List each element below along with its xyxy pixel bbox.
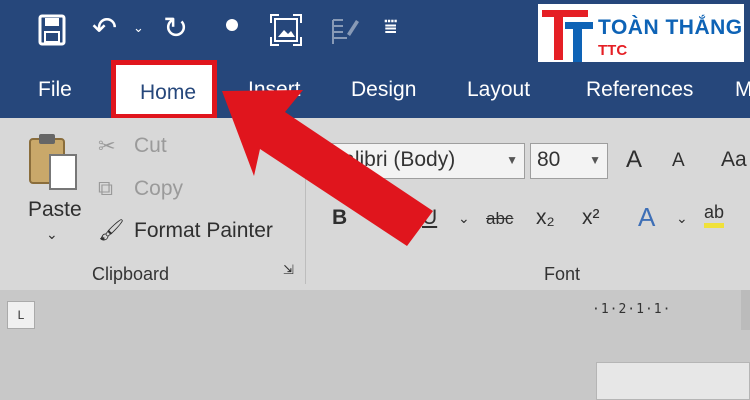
screenshot-icon[interactable] [270,14,302,46]
brand-subtitle: TTC [598,42,628,59]
tab-home[interactable]: Home [111,60,217,119]
font-size-select[interactable]: 80 ▼ [530,143,608,179]
tab-mailings[interactable]: M [735,78,750,102]
superscript-button[interactable]: x² [582,206,600,230]
group-separator [305,126,306,284]
text-effects-button[interactable]: A [638,202,655,233]
redo-icon[interactable]: ↻ [163,12,188,46]
undo-icon[interactable]: ↶ [92,12,117,46]
change-case-button[interactable]: Aa [721,148,747,172]
text-effects-dropdown-icon[interactable]: ⌄ [676,210,688,227]
vertical-ruler [741,290,750,330]
grow-font-button[interactable]: A [626,146,642,174]
tab-file[interactable]: File [38,78,72,102]
underline-dropdown-icon[interactable]: ⌄ [458,210,470,227]
cut-button[interactable]: Cut [134,134,167,158]
horizontal-ruler: ·1·2·1·1· [592,302,672,317]
document-page[interactable] [596,362,750,400]
brand-logo: TOÀN THẮNG TTC [538,4,744,66]
highlight-button[interactable]: ab [704,202,725,228]
copy-button[interactable]: Copy [134,177,183,201]
brand-logo-mark [542,10,593,62]
subscript-button[interactable]: x₂ [536,206,555,230]
font-size-value: 80 [537,148,561,171]
paste-dropdown-icon[interactable]: ⌄ [46,226,58,243]
italic-button[interactable]: I [378,206,384,230]
brand-name: TOÀN THẮNG [598,16,743,39]
font-group-label: Font [544,264,581,284]
chevron-down-icon: ▼ [506,153,518,167]
strikethrough-button[interactable]: abc [486,209,513,229]
customize-qat-icon[interactable]: ⩸ [384,14,397,40]
draw-table-icon[interactable] [330,14,360,46]
font-name-select[interactable]: Calibri (Body) ▼ [321,143,525,179]
chevron-down-icon: ▼ [589,153,601,167]
paste-icon[interactable] [28,133,78,193]
tab-references[interactable]: References [586,78,693,102]
font-name-value: Calibri (Body) [328,148,456,171]
cut-icon[interactable]: ✂ [98,134,116,159]
save-icon[interactable] [38,14,66,46]
undo-dropdown-icon[interactable]: ⌄ [133,20,144,36]
clipboard-group-label: Clipboard [92,264,170,284]
tab-layout[interactable]: Layout [467,78,530,102]
bold-button[interactable]: B [332,206,347,230]
touch-mode-icon[interactable] [226,19,238,31]
tab-insert[interactable]: Insert [248,78,301,102]
format-painter-icon[interactable]: 🖌 [98,219,125,243]
paste-button[interactable]: Paste [28,198,82,222]
tab-design[interactable]: Design [351,78,416,102]
shrink-font-button[interactable]: A [672,150,685,172]
format-painter-button[interactable]: Format Painter [134,219,273,243]
underline-button[interactable]: U [422,206,437,230]
tab-home-label: Home [140,81,197,104]
clipboard-launcher-icon[interactable]: ⇲ [283,262,294,278]
copy-icon[interactable]: ⧉ [98,177,113,201]
tab-selector[interactable]: L [7,301,35,329]
